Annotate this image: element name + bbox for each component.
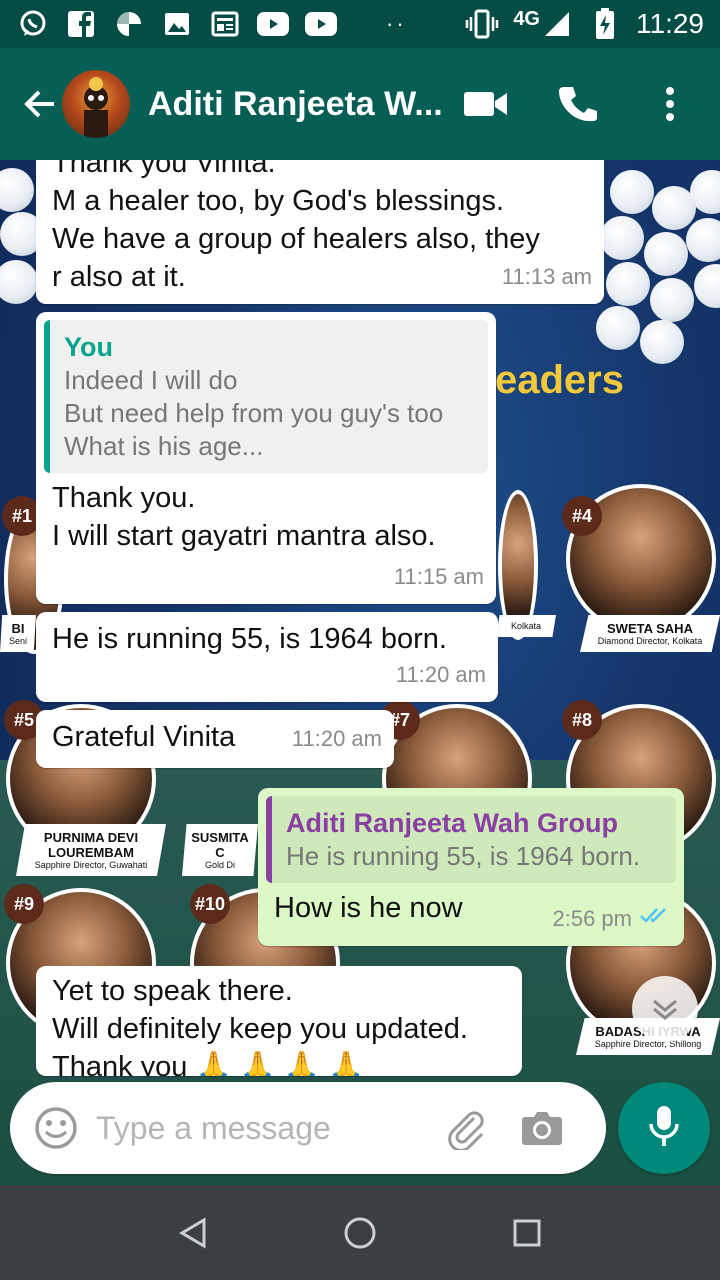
chat-header: Aditi Ranjeeta W... bbox=[0, 48, 720, 160]
signal-icon bbox=[540, 7, 574, 41]
quoted-line: But need help from you guy's too bbox=[64, 398, 444, 428]
message-time: 11:15 am bbox=[393, 564, 484, 589]
status-bar: ·· 4G 11:29 bbox=[0, 0, 720, 48]
rank-badge: #10 bbox=[190, 884, 230, 924]
message-incoming[interactable]: Grateful Vinita 11:20 am bbox=[36, 710, 394, 768]
pinwheel-icon bbox=[112, 7, 146, 41]
message-time: 11:13 am bbox=[501, 264, 592, 289]
more-vert-icon[interactable] bbox=[644, 78, 696, 130]
emoji-icon[interactable] bbox=[30, 1102, 82, 1154]
network-type: 4G bbox=[513, 7, 540, 30]
message-line: We have a group of healers also, they bbox=[52, 223, 540, 255]
message-incoming[interactable]: Yet to speak there. Will definitely keep… bbox=[36, 966, 522, 1076]
camera-icon[interactable] bbox=[516, 1102, 568, 1154]
quoted-message[interactable]: You Indeed I will do But need help from … bbox=[44, 320, 488, 473]
whatsapp-icon bbox=[16, 7, 50, 41]
quoted-author: Aditi Ranjeeta Wah Group bbox=[286, 808, 619, 838]
wallpaper-nameplate: SWETA SAHA Diamond Director, Kolkata bbox=[580, 615, 720, 652]
clock: 11:29 bbox=[636, 8, 704, 39]
message-input[interactable] bbox=[96, 1109, 436, 1147]
chat-area[interactable]: eaders #4 #1 #5 #7 #8 #9 #10 SWETA SAHA … bbox=[0, 160, 720, 1185]
message-line: Thank you Vinita. bbox=[52, 160, 276, 179]
back-arrow-icon[interactable] bbox=[10, 74, 70, 134]
message-line: M a healer too, by God's blessings. bbox=[52, 185, 505, 217]
youtube-icon bbox=[256, 7, 290, 41]
youtube-icon bbox=[304, 7, 338, 41]
message-time: 11:20 am bbox=[395, 662, 486, 687]
news-icon bbox=[208, 7, 242, 41]
message-outgoing[interactable]: Aditi Ranjeeta Wah Group He is running 5… bbox=[258, 788, 684, 946]
wallpaper-nameplate: BI Seni bbox=[0, 615, 36, 652]
message-time: 11:20 am bbox=[291, 726, 382, 751]
read-receipt-icon bbox=[640, 896, 672, 934]
quoted-message[interactable]: Aditi Ranjeeta Wah Group He is running 5… bbox=[266, 796, 676, 883]
gallery-icon bbox=[160, 7, 194, 41]
wallpaper-nameplate: SUSMITA C Gold Di bbox=[182, 824, 258, 876]
quoted-author: You bbox=[64, 332, 113, 362]
message-line: Will definitely keep you updated. bbox=[52, 1013, 468, 1045]
message-composer bbox=[10, 1082, 606, 1174]
mic-button[interactable] bbox=[618, 1082, 710, 1174]
message-line: Thank you 🙏 🙏 🙏 🙏 bbox=[52, 1051, 365, 1076]
quoted-line: Indeed I will do bbox=[64, 365, 238, 395]
more-notifications-indicator: ·· bbox=[386, 11, 407, 36]
wallpaper-nameplate: PURNIMA DEVI LOUREMBAM Sapphire Director… bbox=[16, 824, 166, 876]
nav-recents-icon[interactable] bbox=[497, 1203, 557, 1263]
message-line: Thank you. bbox=[52, 482, 196, 514]
nav-back-icon[interactable] bbox=[163, 1203, 223, 1263]
mic-icon bbox=[647, 1104, 681, 1153]
quoted-line: He is running 55, is 1964 born. bbox=[286, 841, 641, 871]
wallpaper-heading: eaders bbox=[495, 358, 624, 402]
phone-icon[interactable] bbox=[552, 78, 604, 130]
chat-title[interactable]: Aditi Ranjeeta W... bbox=[148, 85, 443, 124]
message-line: He is running 55, is 1964 born. bbox=[52, 623, 447, 655]
message-incoming[interactable]: He is running 55, is 1964 born. 11:20 am bbox=[36, 612, 498, 702]
vibrate-icon bbox=[465, 7, 499, 41]
rank-badge: #4 bbox=[562, 496, 602, 536]
message-line: I will start gayatri mantra also. bbox=[52, 520, 436, 552]
rank-badge: #9 bbox=[4, 884, 44, 924]
video-call-icon[interactable] bbox=[460, 78, 512, 130]
facebook-icon bbox=[64, 7, 98, 41]
wallpaper-nameplate: Kolkata bbox=[496, 615, 556, 637]
attach-icon[interactable] bbox=[440, 1102, 492, 1154]
message-incoming[interactable]: Thank you Vinita. M a healer too, by God… bbox=[36, 160, 604, 304]
message-line: Yet to speak there. bbox=[52, 975, 293, 1007]
avatar[interactable] bbox=[62, 70, 130, 138]
scroll-to-bottom-button[interactable] bbox=[632, 976, 698, 1042]
message-time: 2:56 pm bbox=[552, 906, 633, 931]
battery-charging-icon bbox=[588, 7, 622, 41]
quoted-line: What is his age... bbox=[64, 431, 264, 461]
message-incoming[interactable]: You Indeed I will do But need help from … bbox=[36, 312, 496, 604]
rank-badge: #8 bbox=[562, 700, 602, 740]
system-nav-bar bbox=[0, 1185, 720, 1280]
nav-home-icon[interactable] bbox=[330, 1203, 390, 1263]
